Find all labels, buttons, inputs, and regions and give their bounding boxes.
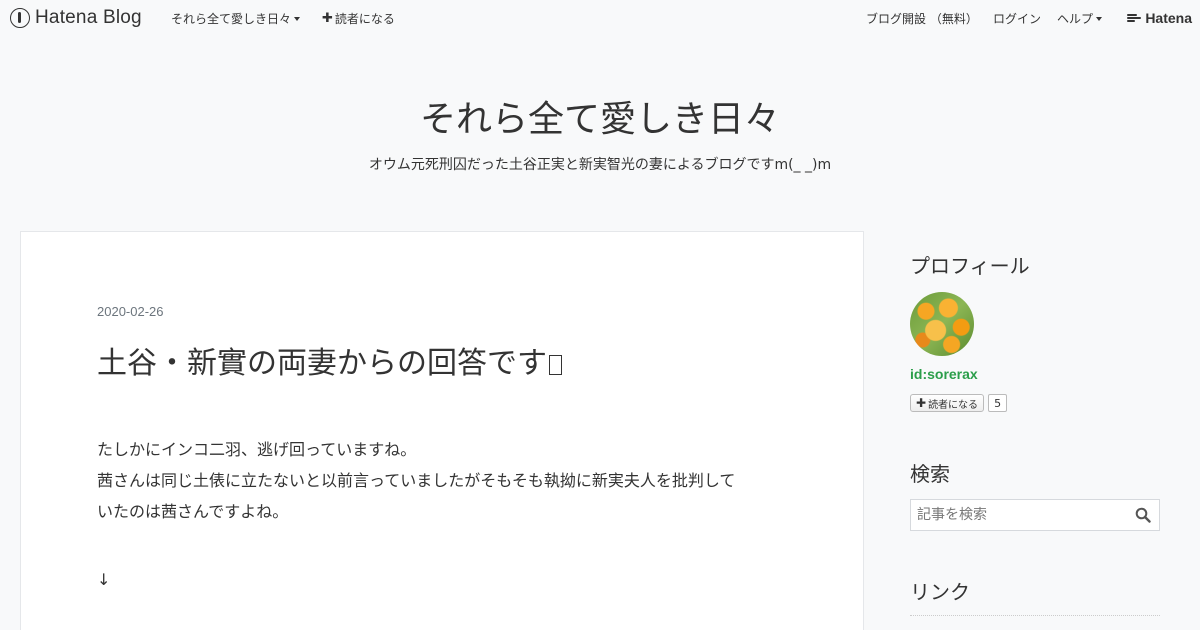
hatena-logo-text: Hatena: [1145, 10, 1192, 26]
post-title[interactable]: 土谷・新實の両妻からの回答です: [97, 338, 562, 382]
profile-avatar[interactable]: [910, 292, 974, 356]
login-link[interactable]: ログイン: [993, 10, 1041, 27]
profile-id-link[interactable]: id:sorerax: [910, 366, 978, 382]
blog-menu-label: それら全て愛しき日々: [171, 12, 292, 26]
sidebar: プロフィール id:sorerax ✚ 読者になる 5 検索 リンク: [910, 250, 1160, 616]
chevron-down-icon: [294, 16, 301, 21]
subscribe-link[interactable]: ✚ 読者になる: [322, 10, 395, 27]
subscribe-button-label: 読者になる: [928, 399, 979, 411]
subscribe-widget: ✚ 読者になる 5: [910, 394, 1008, 412]
post-date[interactable]: 2020-02-26: [97, 304, 164, 319]
missing-glyph-icon: [549, 355, 562, 375]
hatena-logo[interactable]: Hatena: [1127, 10, 1192, 26]
plus-icon: ✚: [322, 11, 333, 26]
divider: [910, 615, 1160, 616]
post-body-line: たしかにインコ二羽、逃げ回っていますね。: [97, 440, 417, 459]
search-heading: 検索: [910, 462, 950, 486]
help-dropdown[interactable]: ヘルプ: [1057, 10, 1103, 27]
search-icon[interactable]: [1135, 507, 1151, 523]
link-heading: リンク: [910, 580, 970, 604]
article-card: 2020-02-26 土谷・新實の両妻からの回答です たしかにインコ二羽、逃げ回…: [20, 231, 864, 630]
subscribe-button[interactable]: ✚ 読者になる: [910, 394, 985, 412]
post-body-line: いたのは茜さんですよね。: [97, 502, 289, 521]
search-form: [910, 499, 1160, 531]
search-input[interactable]: [911, 500, 1131, 530]
global-header: Hatena Blog それら全て愛しき日々 ✚ 読者になる ブログ開設 （無料…: [0, 0, 1200, 36]
post-title-text: 土谷・新實の両妻からの回答です: [97, 346, 547, 381]
subscribe-link-label: 読者になる: [334, 12, 395, 26]
blog-title[interactable]: それら全て愛しき日々: [0, 90, 1200, 142]
chevron-down-icon: [1096, 16, 1103, 21]
plus-icon: ✚: [916, 396, 927, 410]
subscriber-count[interactable]: 5: [988, 394, 1008, 412]
help-label: ヘルプ: [1057, 12, 1094, 26]
hatena-mark-icon: [1127, 13, 1142, 23]
blog-menu-dropdown[interactable]: それら全て愛しき日々: [171, 10, 301, 27]
profile-heading: プロフィール: [910, 254, 1030, 278]
post-body-line: 茜さんは同じ土俵に立たないと以前言っていましたがそもそも執拗に新実夫人を批判して: [97, 471, 736, 490]
post-body: たしかにインコ二羽、逃げ回っていますね。 茜さんは同じ土俵に立たないと以前言って…: [97, 434, 797, 527]
hatena-blog-brand-text: Hatena Blog: [35, 7, 142, 28]
hatena-blog-icon: [10, 8, 30, 28]
hatena-blog-logo[interactable]: Hatena Blog: [10, 7, 142, 29]
open-blog-link[interactable]: ブログ開設 （無料）: [866, 10, 978, 27]
down-arrow-text: ↓: [97, 570, 111, 589]
blog-description: オウム元死刑囚だった土谷正実と新実智光の妻によるブログですm(_ _)m: [368, 157, 832, 173]
